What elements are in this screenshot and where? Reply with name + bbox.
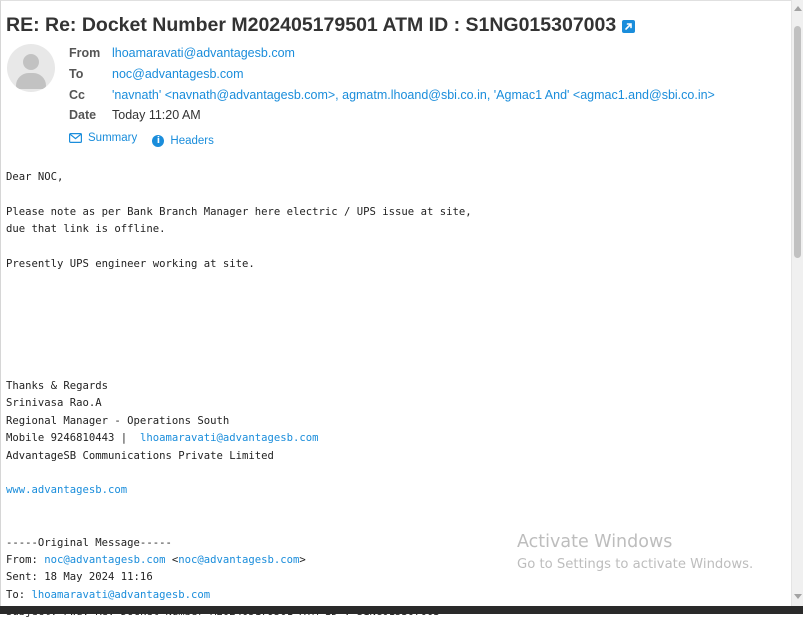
watermark-line-2: Go to Settings to activate Windows. xyxy=(517,557,754,572)
watermark-line-1: Activate Windows xyxy=(517,532,673,552)
date-value: Today 11:20 AM xyxy=(112,108,201,122)
header-cc-row: Cc 'navnath' <navnath@advantagesb.com>, a… xyxy=(69,88,715,102)
signature-mobile: Mobile 9246810443 | xyxy=(6,432,140,445)
header-view-links: Summary i Headers xyxy=(69,132,226,147)
header-date-row: Date Today 11:20 AM xyxy=(69,108,201,122)
website-link[interactable]: www.advantagesb.com xyxy=(6,484,127,496)
scroll-down-arrow-icon[interactable] xyxy=(794,594,802,599)
scroll-up-arrow-icon[interactable] xyxy=(794,6,802,11)
from-label: From xyxy=(69,46,101,60)
orig-from-email-link[interactable]: noc@advantagesb.com xyxy=(44,554,165,566)
summary-link-label: Summary xyxy=(88,132,138,144)
date-label: Date xyxy=(69,108,97,122)
to-label: To xyxy=(69,67,84,81)
orig-from-bracket-close: > xyxy=(299,553,306,566)
body-line-2: due that link is offline. xyxy=(6,223,166,236)
body-line-3: Presently UPS engineer working at site. xyxy=(6,258,255,271)
scrollbar-thumb[interactable] xyxy=(794,26,801,258)
cc-label: Cc xyxy=(69,88,85,102)
avatar-head xyxy=(23,54,39,70)
open-external-icon[interactable] xyxy=(622,20,636,34)
signature-company: AdvantageSB Communications Private Limit… xyxy=(6,449,274,462)
original-message-header: -----Original Message----- xyxy=(6,536,172,549)
subject-text: RE: Re: Docket Number M202405179501 ATM … xyxy=(6,14,617,36)
sender-avatar xyxy=(7,44,55,92)
header-from-row: From lhoamaravati@advantagesb.com xyxy=(69,46,295,60)
orig-sent: Sent: 18 May 2024 11:16 xyxy=(6,571,153,584)
signature-title: Regional Manager - Operations South xyxy=(6,414,230,427)
header-to-row: To noc@advantagesb.com xyxy=(69,67,244,81)
from-address-link[interactable]: lhoamaravati@advantagesb.com xyxy=(112,46,295,60)
orig-from-label: From: xyxy=(6,553,45,566)
to-address-link[interactable]: noc@advantagesb.com xyxy=(112,67,244,81)
avatar-body xyxy=(16,73,46,89)
bottom-bar xyxy=(0,606,803,614)
headers-link[interactable]: i Headers xyxy=(152,135,214,147)
orig-to-label: To: xyxy=(6,588,32,601)
envelope-icon xyxy=(69,133,82,143)
info-icon: i xyxy=(152,135,165,147)
cc-address-links[interactable]: 'navnath' <navnath@advantagesb.com>, agm… xyxy=(112,88,715,102)
summary-link[interactable]: Summary xyxy=(69,132,137,144)
orig-to-email-link[interactable]: lhoamaravati@advantagesb.com xyxy=(32,589,211,601)
signature-email-link[interactable]: lhoamaravati@advantagesb.com xyxy=(140,432,319,444)
headers-link-label: Headers xyxy=(170,135,214,147)
body-line-1: Please note as per Bank Branch Manager h… xyxy=(6,205,472,218)
windows-activation-watermark: Activate Windows Go to Settings to activ… xyxy=(517,532,753,572)
signature-regards: Thanks & Regards xyxy=(6,379,109,392)
message-subject: RE: Re: Docket Number M202405179501 ATM … xyxy=(6,14,636,37)
body-greeting: Dear NOC, xyxy=(6,171,64,183)
orig-from-bracket-open: < xyxy=(165,553,179,566)
signature-name: Srinivasa Rao.A xyxy=(6,397,102,410)
vertical-scrollbar[interactable] xyxy=(791,0,803,606)
orig-from-email-link-2[interactable]: noc@advantagesb.com xyxy=(178,554,299,566)
